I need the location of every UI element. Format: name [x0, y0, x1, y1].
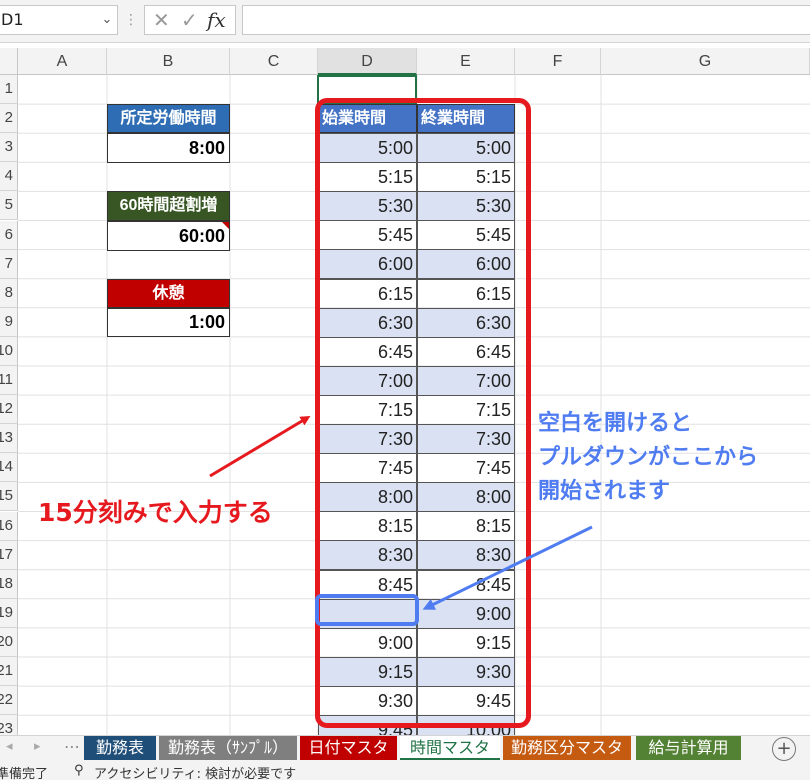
annotation-line-1: 空白を開けると — [538, 411, 693, 436]
red-arrow — [209, 415, 311, 478]
sheet-tab-4[interactable]: 勤務区分マスタ — [503, 736, 631, 760]
sheet-tab-0[interactable]: 勤務表 — [84, 736, 156, 760]
add-sheet-icon[interactable]: + — [772, 737, 796, 761]
annotation-arrows — [209, 415, 593, 610]
blue-arrow — [422, 525, 593, 610]
accessibility-status[interactable]: アクセシビリティ: 検討が必要です — [94, 763, 296, 782]
sheet-tab-5[interactable]: 給与計算用 — [636, 736, 741, 760]
sheet-tab-bar: ◂ ▸ ⋯ 勤務表 勤務表（ｻﾝﾌﾟﾙ） 日付マスタ 時間マスタ 勤務区分マスタ 給与計算… — [0, 735, 810, 764]
sheet-tab-3[interactable]: 時間マスタ — [400, 736, 500, 760]
scroll-left-icon[interactable]: ◂ — [6, 739, 13, 754]
annotation-blank-note: 空白を開けると プルダウンがここから 開始されます — [538, 407, 758, 509]
sheet-tab-2[interactable]: 日付マスタ — [300, 736, 397, 760]
annotation-line-2: プルダウンがここから — [538, 445, 759, 470]
accessibility-icon[interactable]: ⚲ — [74, 763, 84, 778]
annotation-15min: 15分刻みで入力する — [38, 498, 273, 527]
status-bar: 準備完了 ⚲ アクセシビリティ: 検討が必要です — [0, 763, 810, 782]
annotation-line-3: 開始されます — [538, 479, 671, 504]
status-ready: 準備完了 — [0, 767, 49, 782]
sheet-tab-1[interactable]: 勤務表（ｻﾝﾌﾟﾙ） — [159, 736, 297, 760]
scroll-right-icon[interactable]: ▸ — [34, 739, 41, 754]
more-tabs-icon[interactable]: ⋯ — [64, 737, 80, 756]
